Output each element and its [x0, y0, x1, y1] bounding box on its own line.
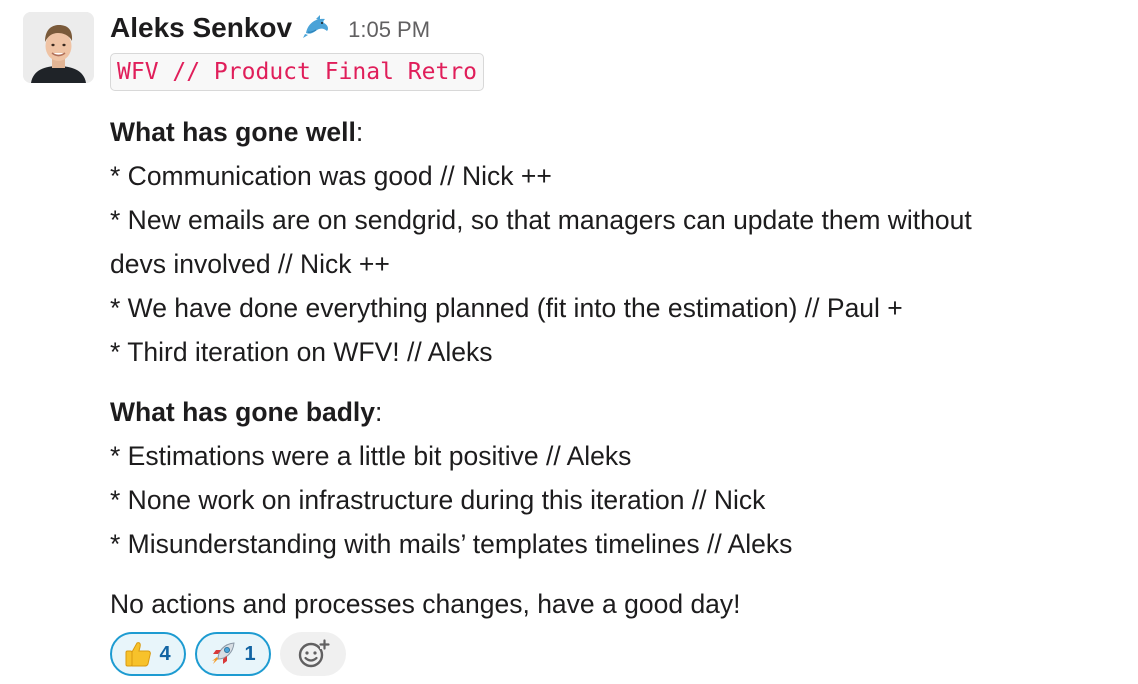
- went-well-item: * Third iteration on WFV! // Aleks: [110, 337, 493, 367]
- dolphin-icon: [302, 13, 332, 43]
- sender-name[interactable]: Aleks Senkov: [110, 12, 292, 44]
- went-well-item: * We have done everything planned (fit i…: [110, 293, 903, 323]
- went-badly-item: * None work on infrastructure during thi…: [110, 485, 766, 515]
- went-badly-item: * Misunderstanding with mails’ templates…: [110, 529, 793, 559]
- went-well-item: devs involved // Nick ++: [110, 249, 390, 279]
- thumbs-up-icon: [125, 642, 152, 667]
- went-well-item: * Communication was good // Nick ++: [110, 161, 552, 191]
- rocket-icon: [212, 642, 235, 664]
- code-title: WFV // Product Final Retro: [110, 53, 485, 91]
- message-header: Aleks Senkov 1:05 PM: [110, 8, 430, 48]
- went-well-item: * New emails are on sendgrid, so that ma…: [110, 205, 972, 235]
- went-well-heading: What has gone well:: [110, 117, 364, 147]
- went-badly-item: * Estimations were a little bit positive…: [110, 441, 632, 471]
- reaction-count: 4: [159, 642, 171, 665]
- closing-line: No actions and processes changes, have a…: [110, 589, 741, 619]
- chat-message: Aleks Senkov 1:05 PM WFV // Product Fina…: [0, 0, 1138, 684]
- reaction-rocket[interactable]: 1: [195, 632, 271, 676]
- message-body: What has gone well: * Communication was …: [110, 110, 1110, 626]
- add-reaction-button[interactable]: [280, 632, 346, 676]
- reactions-bar: 4 1: [110, 632, 346, 676]
- add-reaction-icon: [298, 639, 330, 668]
- avatar[interactable]: [23, 12, 94, 83]
- reaction-thumbs-up[interactable]: 4: [110, 632, 186, 676]
- reaction-count: 1: [244, 642, 256, 665]
- message-timestamp[interactable]: 1:05 PM: [348, 17, 430, 43]
- avatar-photo: [23, 12, 94, 83]
- went-badly-heading: What has gone badly:: [110, 397, 383, 427]
